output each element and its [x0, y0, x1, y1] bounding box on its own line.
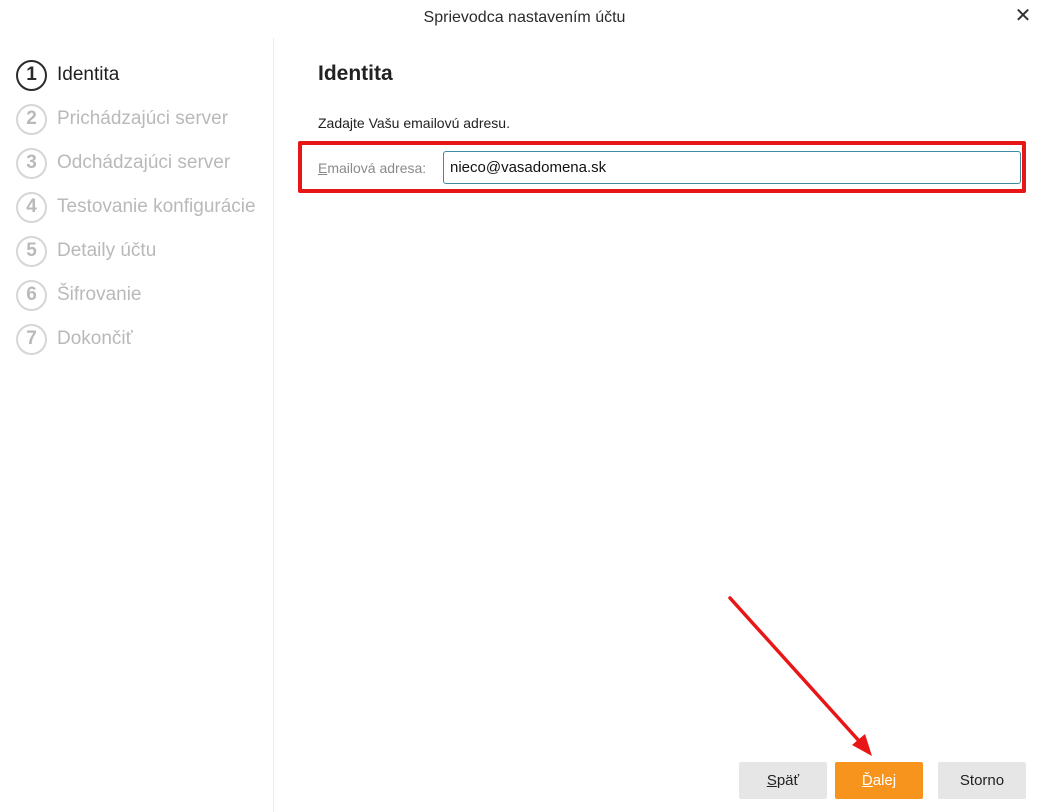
- step-label: Identita: [57, 64, 120, 85]
- step-number: 3: [16, 147, 47, 179]
- cancel-button[interactable]: Storno: [938, 762, 1026, 799]
- step-testing-configuration: 4 Testovanie konfigurácie: [16, 190, 256, 224]
- instruction-text: Zadajte Vašu emailovú adresu.: [318, 115, 510, 131]
- close-icon[interactable]: ✕: [1011, 5, 1035, 27]
- step-encryption: 6 Šifrovanie: [16, 278, 142, 312]
- main-panel: Identita Zadajte Vašu emailovú adresu. E…: [274, 38, 1049, 812]
- step-label: Detaily účtu: [57, 240, 157, 261]
- step-number: 5: [16, 235, 47, 267]
- step-finish: 7 Dokončiť: [16, 322, 133, 356]
- step-label: Odchádzajúci server: [57, 152, 231, 173]
- page-title: Identita: [318, 62, 393, 85]
- steps-sidebar: 1 Identita 2 Prichádzajúci server 3 Odch…: [0, 38, 274, 812]
- step-number: 1: [16, 59, 47, 91]
- email-field[interactable]: [443, 151, 1021, 184]
- step-incoming-server: 2 Prichádzajúci server: [16, 102, 228, 136]
- step-number: 6: [16, 279, 47, 311]
- dialog-title: Sprievodca nastavením účtu: [423, 9, 626, 26]
- step-label: Šifrovanie: [57, 284, 142, 305]
- email-field-label: Emailová adresa:: [318, 160, 427, 176]
- step-label: Prichádzajúci server: [57, 108, 229, 129]
- back-button[interactable]: Späť: [739, 762, 827, 799]
- access-key: E: [318, 160, 328, 176]
- step-identity: 1 Identita: [16, 58, 119, 92]
- step-outgoing-server: 3 Odchádzajúci server: [16, 146, 230, 180]
- account-setup-dialog: Sprievodca nastavením účtu ✕ 1 Identita …: [0, 0, 1049, 812]
- step-number: 7: [16, 323, 47, 355]
- step-label: Dokončiť: [57, 328, 133, 349]
- step-number: 4: [16, 191, 47, 223]
- step-number: 2: [16, 103, 47, 135]
- step-account-details: 5 Detaily účtu: [16, 234, 156, 268]
- title-bar: Sprievodca nastavením účtu ✕: [0, 0, 1049, 38]
- step-label: Testovanie konfigurácie: [57, 196, 256, 217]
- next-button[interactable]: Ďalej: [835, 762, 923, 799]
